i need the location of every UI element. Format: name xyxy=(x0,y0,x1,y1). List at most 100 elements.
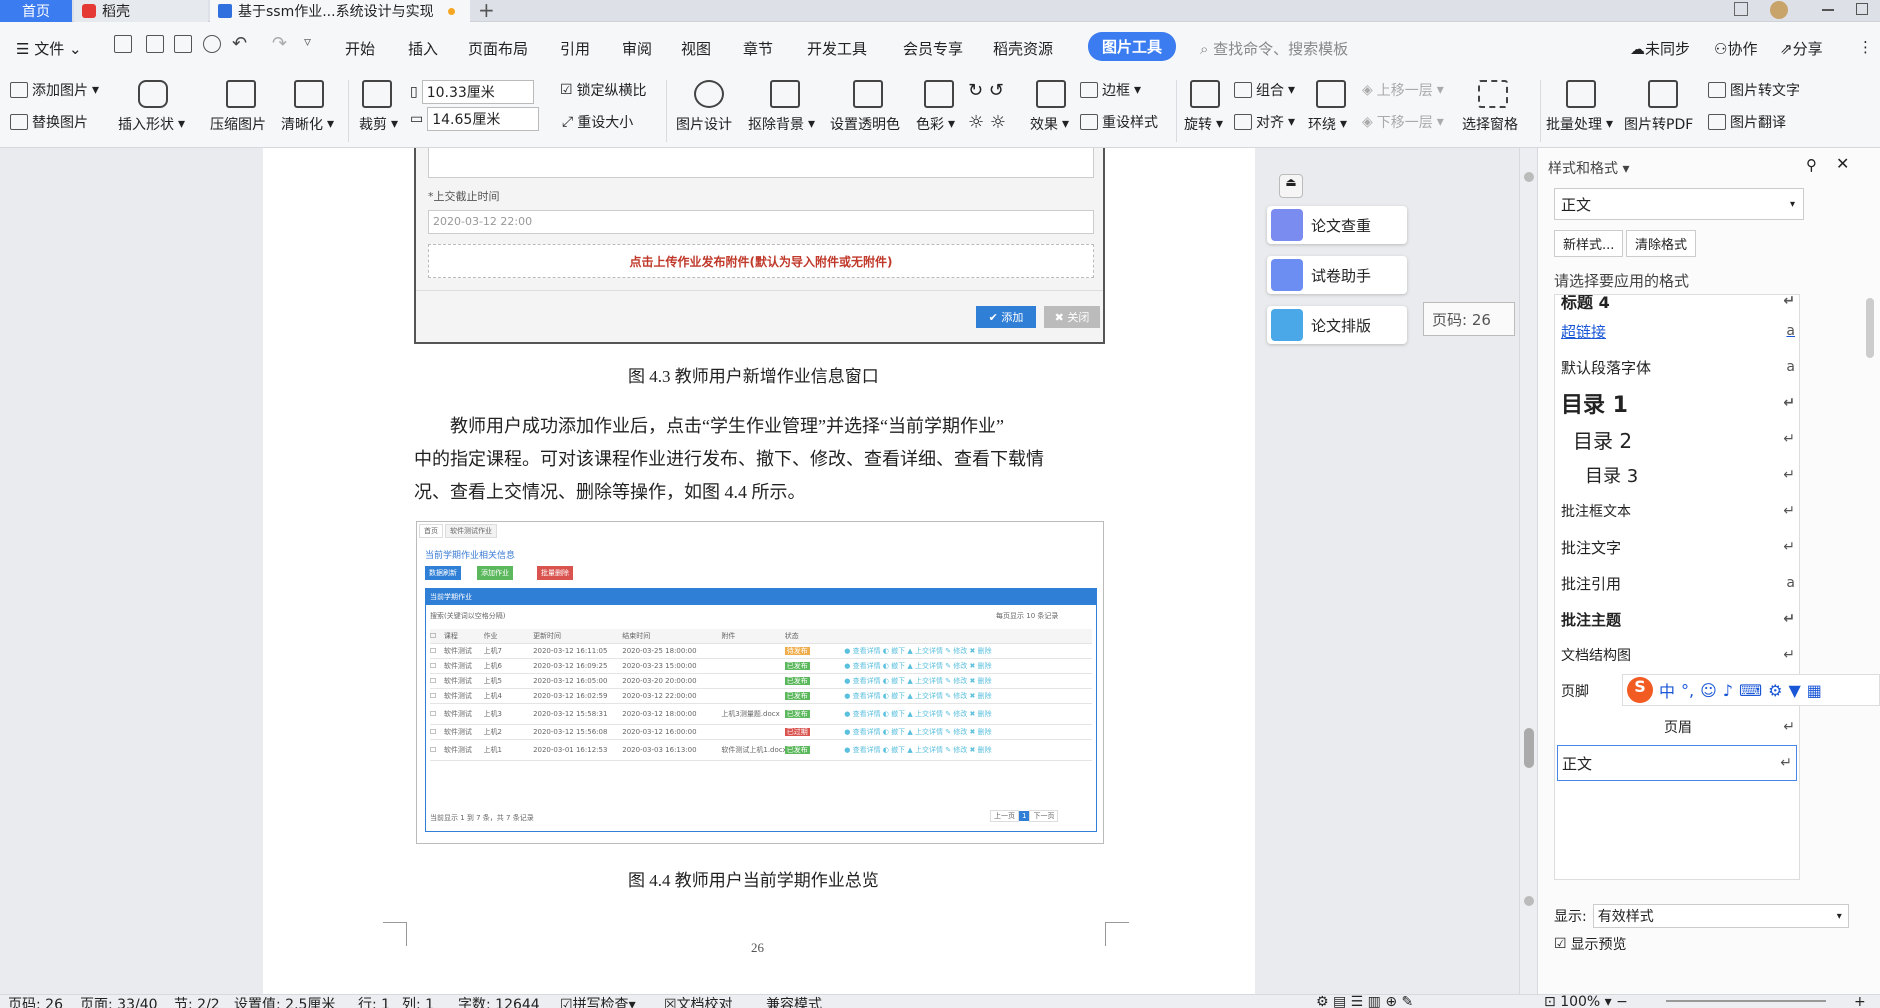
spell-check-button[interactable]: ☑拼写检查▾ xyxy=(560,995,636,1008)
sharpen-button[interactable]: 清晰化 ▾ xyxy=(281,114,334,134)
border-button[interactable]: 边框 ▾ xyxy=(1080,80,1141,100)
figure-4-3-image[interactable]: *上交截止时间 2020-03-12 22:00 点击上传作业发布附件(默认为导… xyxy=(414,148,1105,344)
add-image-button[interactable]: 添加图片 ▾ xyxy=(10,80,99,100)
style-item-header[interactable]: 页眉 ↵ xyxy=(1561,709,1795,745)
redo-icon[interactable]: ↷ xyxy=(272,33,287,54)
scroll-thumb[interactable] xyxy=(1524,728,1534,768)
ime-lang-toggle[interactable]: 中 xyxy=(1659,678,1675,702)
undo-icon[interactable]: ↶ xyxy=(232,33,247,54)
close-panel-icon[interactable]: ✕ xyxy=(1836,154,1849,173)
style-item-comment-subject[interactable]: 批注主题 ↵ xyxy=(1561,601,1795,637)
style-item-toc1[interactable]: 目录 1 ↵ xyxy=(1561,385,1795,421)
scroll-up-icon[interactable] xyxy=(1524,172,1534,182)
collapse-icon[interactable]: ⏏ xyxy=(1279,174,1303,198)
contrast-icon[interactable]: ↻ ↺ xyxy=(968,80,1004,101)
avatar[interactable] xyxy=(1770,1,1788,19)
more-menu-icon[interactable]: ⋮ xyxy=(1858,38,1873,56)
bring-forward-button[interactable]: ◈ 上移一层 ▾ xyxy=(1362,80,1444,100)
select-pane-button[interactable]: 选择窗格 xyxy=(1462,114,1518,134)
pin-icon[interactable]: ⚲ xyxy=(1806,156,1817,174)
menu-start[interactable]: 开始 xyxy=(345,38,375,59)
wrap-button[interactable]: 环绕 ▾ xyxy=(1308,114,1347,134)
share-button[interactable]: ⇗分享 xyxy=(1780,38,1823,59)
paper-check-button[interactable]: 论文查重 xyxy=(1267,206,1407,244)
rotate-button[interactable]: 旋转 ▾ xyxy=(1184,114,1223,134)
menu-reference[interactable]: 引用 xyxy=(560,38,590,59)
style-item-comment-box[interactable]: 批注框文本 ↵ xyxy=(1561,493,1795,529)
set-transparent-button[interactable]: 设置透明色 xyxy=(830,114,900,134)
new-style-button[interactable]: 新样式... xyxy=(1554,230,1624,257)
menu-developer[interactable]: 开发工具 xyxy=(807,38,867,59)
menu-chapter[interactable]: 章节 xyxy=(743,38,773,59)
sync-button[interactable]: ☁未同步 xyxy=(1630,38,1690,59)
grid-icon[interactable]: ▦ xyxy=(1807,681,1822,700)
show-preview-checkbox[interactable]: ☑ 显示预览 xyxy=(1554,934,1627,954)
width-field[interactable]: ▯ 10.33厘米 xyxy=(410,80,534,104)
compress-button[interactable]: 压缩图片 xyxy=(210,114,266,134)
effects-button[interactable]: 效果 ▾ xyxy=(1030,114,1069,134)
document-scrollbar[interactable] xyxy=(1519,148,1537,994)
tab-document[interactable]: 基于ssm作业...系统设计与实现 xyxy=(210,0,470,22)
translate-button[interactable]: 图片翻译 xyxy=(1708,112,1786,132)
panel-scroll-thumb[interactable] xyxy=(1866,298,1874,358)
menu-layout[interactable]: 页面布局 xyxy=(468,38,528,59)
zoom-in-icon[interactable]: + xyxy=(1854,995,1866,1008)
style-item-toc2[interactable]: 目录 2 ↵ xyxy=(1573,421,1795,457)
style-list[interactable]: 标题 4 ↵ 超链接 a 默认段落字体 a 目录 1 ↵ 目录 2 ↵ 目录 3 ↵ 批注框… xyxy=(1554,294,1800,880)
current-style-select[interactable]: 正文 ▾ xyxy=(1554,188,1804,220)
replace-image-button[interactable]: 替换图片 xyxy=(10,112,88,132)
tools-icon[interactable]: ⚙ xyxy=(1768,681,1782,700)
style-item-body[interactable]: 正文 ↵ xyxy=(1557,745,1797,781)
collab-button[interactable]: ⚇协作 xyxy=(1714,38,1757,59)
brightness-icon[interactable]: ☼ ☼ xyxy=(968,112,1006,133)
color-button[interactable]: 色彩 ▾ xyxy=(916,114,955,134)
crop-button[interactable]: 裁剪 ▾ xyxy=(359,114,398,134)
menu-member[interactable]: 会员专享 xyxy=(903,38,963,59)
menu-view[interactable]: 视图 xyxy=(681,38,711,59)
more-icon[interactable]: ▿ xyxy=(304,34,311,50)
status-page[interactable]: 页码: 26 xyxy=(8,995,63,1008)
clear-format-button[interactable]: 清除格式 xyxy=(1626,230,1697,257)
ime-punct-toggle[interactable]: °, xyxy=(1681,681,1694,700)
group-button[interactable]: 组合 ▾ xyxy=(1234,80,1295,100)
file-menu[interactable]: ☰ 文件 ⌄ xyxy=(16,38,82,59)
tab-daoke[interactable]: 稻壳 xyxy=(74,0,208,22)
style-item-comment-ref[interactable]: 批注引用 a xyxy=(1561,565,1795,601)
batch-button[interactable]: 批量处理 ▾ xyxy=(1546,114,1613,134)
status-pages[interactable]: 页面: 33/40 xyxy=(80,995,158,1008)
scroll-down-icon[interactable] xyxy=(1524,896,1534,906)
emoji-icon[interactable]: ☺ xyxy=(1700,681,1717,700)
export-icon[interactable] xyxy=(146,35,164,53)
preview-icon[interactable] xyxy=(203,35,221,53)
mic-icon[interactable]: ♪ xyxy=(1723,681,1733,700)
layout-icon[interactable] xyxy=(1734,2,1748,16)
lock-ratio-checkbox[interactable]: ☑ 锁定纵横比 xyxy=(560,80,647,100)
remove-bg-button[interactable]: 抠除背景 ▾ xyxy=(748,114,815,134)
style-item-default-font[interactable]: 默认段落字体 a xyxy=(1561,349,1795,385)
keyboard-icon[interactable]: ⌨ xyxy=(1739,681,1762,700)
to-text-button[interactable]: 图片转文字 xyxy=(1708,80,1800,100)
paper-layout-button[interactable]: 论文排版 xyxy=(1267,306,1407,344)
image-design-button[interactable]: 图片设计 xyxy=(676,114,732,134)
document-page[interactable]: *上交截止时间 2020-03-12 22:00 点击上传作业发布附件(默认为导… xyxy=(263,148,1256,994)
proofread-button[interactable]: ☒文档校对 xyxy=(664,995,733,1008)
style-item-toc3[interactable]: 目录 3 ↵ xyxy=(1585,457,1795,493)
menu-image-tools[interactable]: 图片工具 xyxy=(1088,32,1177,61)
maximize-icon[interactable] xyxy=(1856,3,1868,15)
reset-style-button[interactable]: 重设样式 xyxy=(1080,112,1158,132)
menu-review[interactable]: 审阅 xyxy=(622,38,652,59)
insert-shape-button[interactable]: 插入形状 ▾ xyxy=(118,114,185,134)
style-item-comment-text[interactable]: 批注文字 ↵ xyxy=(1561,529,1795,565)
zoom-control[interactable]: ⊡ 100% ▾ − xyxy=(1544,995,1628,1008)
view-icons[interactable]: ⚙ ▤ ☰ ▥ ⊕ ✎ xyxy=(1316,995,1413,1008)
tab-home[interactable]: 首页 xyxy=(0,0,72,22)
print-icon[interactable] xyxy=(174,35,192,53)
height-field[interactable]: ▭ 14.65厘米 xyxy=(410,107,540,131)
zoom-slider[interactable] xyxy=(1666,1000,1826,1002)
menu-insert[interactable]: 插入 xyxy=(408,38,438,59)
show-select[interactable]: 有效样式 ▾ xyxy=(1592,904,1849,928)
send-backward-button[interactable]: ◈ 下移一层 ▾ xyxy=(1362,112,1444,132)
save-icon[interactable] xyxy=(114,35,132,53)
figure-4-4-image[interactable]: 首页 软件测试作业 当前学期作业相关信息 数据刷新 添加作业 批量删除 当前学期… xyxy=(416,521,1104,844)
new-tab-button[interactable]: + xyxy=(478,0,495,22)
